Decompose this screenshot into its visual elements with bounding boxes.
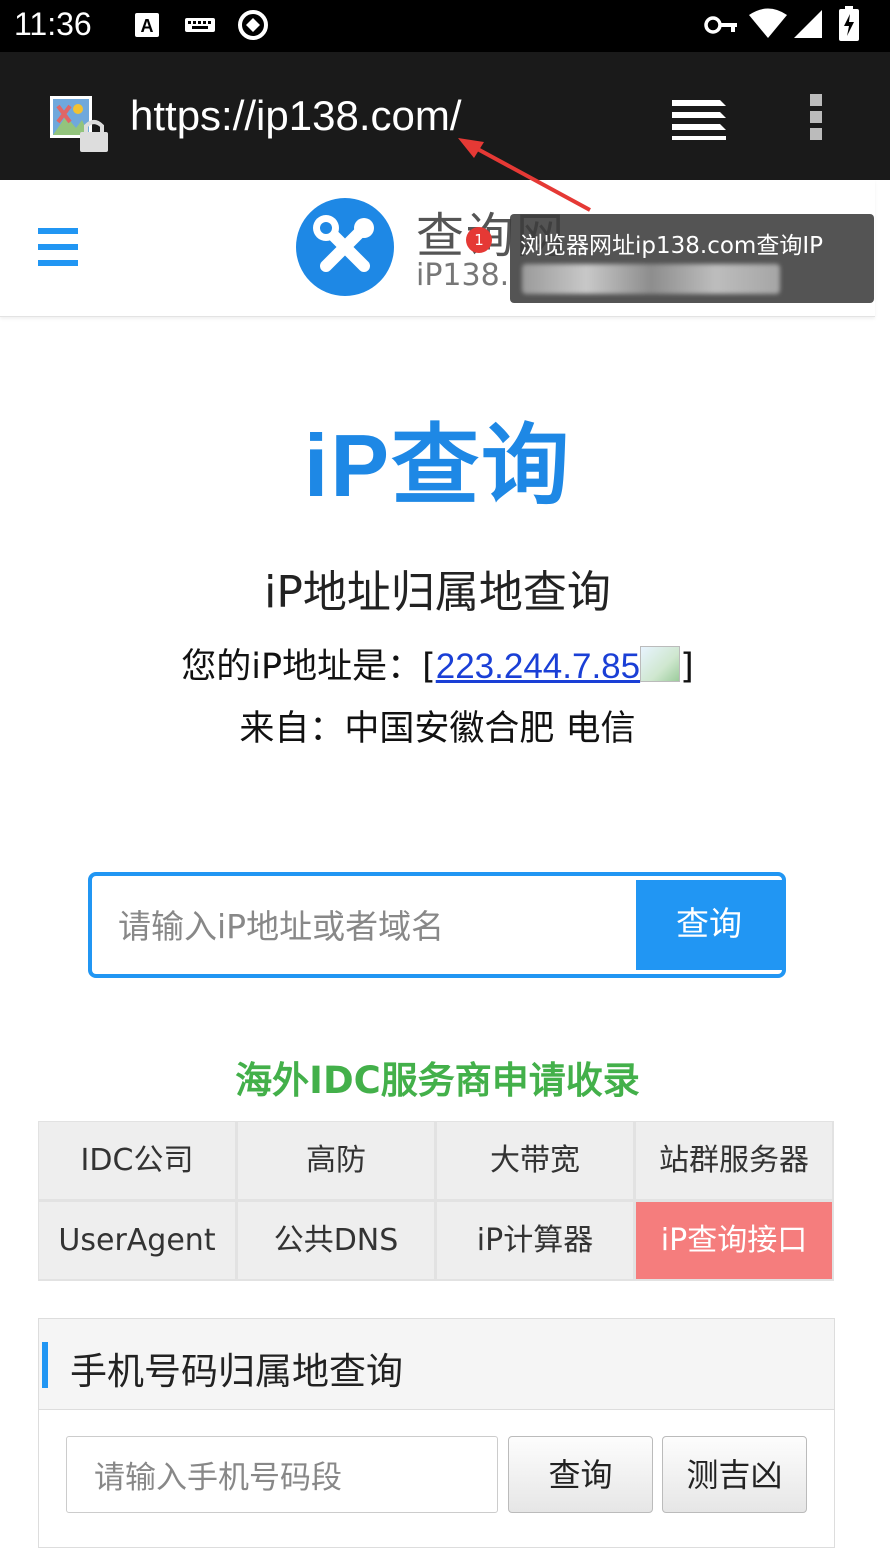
ip-search-input[interactable]: 请输入iP地址或者域名: [118, 900, 444, 948]
ip-line: 您的iP地址是：[223.244.7.85]: [0, 638, 875, 689]
wifi-icon: [749, 8, 787, 38]
page-title: iP查询: [303, 416, 572, 515]
link-idc-company[interactable]: IDC公司: [39, 1122, 235, 1199]
phone-panel-title: 手机号码归属地查询: [70, 1350, 403, 1393]
ip-address-link[interactable]: 223.244.7.85: [436, 647, 640, 686]
panel-accent-bar: [42, 1342, 48, 1388]
ip-suffix: ]: [680, 647, 694, 687]
phone-fortune-button[interactable]: 测吉凶: [662, 1436, 807, 1513]
link-useragent[interactable]: UserAgent: [39, 1202, 235, 1279]
overflow-menu-icon[interactable]: [806, 92, 826, 142]
annotation-blurred-area: [522, 264, 780, 294]
link-bandwidth[interactable]: 大带宽: [437, 1122, 633, 1199]
tabs-icon[interactable]: [670, 96, 728, 142]
annotation-text: 浏览器网址ip138.com查询IP: [520, 233, 823, 259]
site-security-icon[interactable]: [50, 96, 112, 152]
status-bar: 11:36 A: [0, 0, 890, 52]
ip-prefix: 您的iP地址是：[: [181, 647, 436, 687]
sync-icon: [238, 10, 268, 40]
status-time: 11:36: [14, 6, 92, 42]
keyboard-icon: [185, 18, 215, 32]
vpn-key-icon: [704, 16, 737, 34]
phone-input-placeholder: 请输入手机号码段: [94, 1460, 342, 1496]
svg-text:A: A: [141, 16, 154, 36]
battery-charging-icon: [839, 6, 859, 41]
logo-icon[interactable]: [296, 198, 394, 296]
link-ip-calculator[interactable]: iP计算器: [437, 1202, 633, 1279]
signal-icon: [794, 10, 822, 38]
page-subtitle: iP地址归属地查询: [264, 567, 611, 618]
a-notification-icon: A: [135, 13, 159, 37]
url-field[interactable]: https://ip138.com/: [130, 92, 462, 140]
logo-domain-text: iP138.: [416, 258, 510, 293]
link-public-dns[interactable]: 公共DNS: [238, 1202, 434, 1279]
link-ddos[interactable]: 高防: [238, 1122, 434, 1199]
menu-icon[interactable]: [38, 228, 78, 272]
idc-title-link[interactable]: 海外IDC服务商申请收录: [0, 1050, 875, 1104]
annotation-badge: 1: [466, 227, 492, 253]
ip-location: 来自：中国安徽合肥 电信: [239, 709, 636, 749]
link-site-cluster[interactable]: 站群服务器: [636, 1122, 832, 1199]
link-ip-api[interactable]: iP查询接口: [636, 1202, 832, 1279]
phone-query-button[interactable]: 查询: [508, 1436, 653, 1513]
annotation-arrow: [458, 138, 591, 212]
ip-search-button[interactable]: 查询: [636, 880, 782, 970]
broken-image-icon: [640, 646, 681, 682]
